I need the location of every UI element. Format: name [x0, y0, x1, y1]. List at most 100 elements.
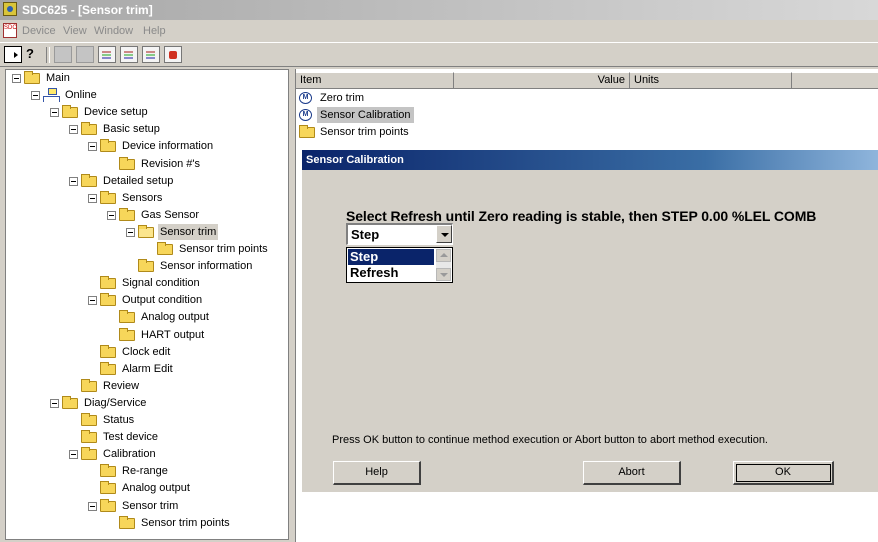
- network-icon: [43, 88, 60, 103]
- folder-icon: [81, 430, 97, 444]
- collapse-icon[interactable]: [88, 142, 97, 152]
- toolbar-separator: [46, 47, 50, 63]
- folder-icon: [100, 276, 116, 290]
- tree-node-label: Gas Sensor: [141, 208, 200, 221]
- tree-node-label: Sensors: [122, 191, 163, 204]
- collapse-icon[interactable]: [88, 501, 97, 511]
- collapse-icon[interactable]: [69, 450, 78, 460]
- tree-node-label: Diag/Service: [84, 396, 147, 409]
- device-tree[interactable]: Main Online Device setup Basic setup Device …: [5, 69, 289, 540]
- list-item-label: Zero trim: [320, 92, 364, 104]
- tree-node-label: Review: [103, 379, 140, 392]
- folder-icon: [100, 190, 116, 204]
- tree-node-label: Basic setup: [103, 123, 160, 136]
- menu-device[interactable]: Device: [22, 25, 56, 37]
- combo-value: Step: [351, 227, 380, 242]
- option-step[interactable]: Step: [348, 249, 434, 265]
- list-item-label: Sensor Calibration: [317, 107, 414, 123]
- tree-node-label: Status: [103, 414, 135, 426]
- folder-icon: [100, 361, 116, 375]
- ok-button[interactable]: OK: [733, 461, 834, 485]
- sensor-calibration-dialog: Sensor Calibration Select Refresh until …: [302, 150, 878, 492]
- scroll-down-icon[interactable]: [436, 268, 451, 281]
- tree-node-label: Calibration: [103, 448, 156, 461]
- window-title: SDC625 - [Sensor trim]: [22, 3, 153, 17]
- folder-icon: [119, 515, 135, 529]
- tree-node-label: Analog output: [141, 311, 209, 324]
- column-header-item[interactable]: Item: [296, 72, 454, 89]
- toolbar-icon-4[interactable]: [120, 46, 138, 63]
- folder-icon: [119, 310, 135, 324]
- tree-node-label: HART output: [141, 328, 205, 341]
- scroll-up-icon[interactable]: [436, 249, 451, 262]
- collapse-icon[interactable]: [88, 296, 97, 306]
- list-item-label: Sensor trim points: [320, 126, 409, 138]
- tree-node-label: Signal condition: [122, 277, 200, 290]
- tree-node-label: Device setup: [84, 106, 148, 119]
- folder-icon: [81, 447, 97, 461]
- help-button[interactable]: Help: [333, 461, 421, 485]
- menu-view[interactable]: View: [63, 25, 87, 37]
- tree-node-label: Re-range: [122, 465, 168, 478]
- option-refresh[interactable]: Refresh: [348, 265, 434, 281]
- document-icon[interactable]: SDC: [3, 23, 17, 38]
- collapse-icon[interactable]: [31, 91, 40, 101]
- tree-node-label: Revision #'s: [141, 157, 200, 170]
- tree-node-label: Test device: [103, 431, 159, 444]
- new-icon[interactable]: [4, 46, 22, 63]
- step-combo[interactable]: Step: [346, 223, 453, 245]
- folder-icon: [119, 327, 135, 341]
- collapse-icon[interactable]: [12, 74, 21, 83]
- tree-node-label: Device information: [122, 140, 214, 153]
- tree-node-label: Detailed setup: [103, 174, 174, 187]
- help-icon[interactable]: [22, 46, 40, 63]
- options-list[interactable]: Step Refresh: [346, 247, 453, 283]
- tree-node-label: Alarm Edit: [122, 362, 173, 375]
- folder-icon: [100, 481, 116, 495]
- dialog-title: Sensor Calibration: [302, 150, 878, 170]
- folder-icon: [81, 413, 97, 426]
- app-icon[interactable]: [3, 2, 17, 16]
- tree-node-label: Sensor trim: [122, 499, 179, 512]
- collapse-icon[interactable]: [50, 398, 59, 408]
- collapse-icon[interactable]: [69, 125, 78, 135]
- folder-icon: [81, 378, 97, 392]
- toolbar-icon-1[interactable]: [54, 46, 72, 63]
- method-icon: M: [299, 109, 312, 121]
- menu-help[interactable]: Help: [143, 25, 166, 37]
- toolbar-icon-5[interactable]: [142, 46, 160, 63]
- collapse-icon[interactable]: [69, 176, 78, 186]
- chevron-down-icon[interactable]: [436, 225, 452, 243]
- tree-node-label: Sensor trim: [158, 223, 219, 240]
- tree-node-label: Sensor trim points: [179, 243, 268, 255]
- folder-icon: [100, 344, 116, 358]
- tree-node-label: Sensor trim points: [141, 516, 230, 529]
- folder-icon: [100, 139, 116, 153]
- method-icon: M: [299, 92, 312, 104]
- toolbar-icon-3[interactable]: [98, 46, 116, 63]
- column-header-blank: [792, 72, 878, 89]
- tree-node-label: Analog output: [122, 482, 190, 495]
- collapse-icon[interactable]: [126, 227, 135, 237]
- collapse-icon[interactable]: [88, 193, 97, 203]
- title-bar: SDC625 - [Sensor trim]: [0, 0, 878, 20]
- toolbar-icon-6[interactable]: [164, 46, 182, 63]
- toolbar-icon-2[interactable]: [76, 46, 94, 63]
- folder-icon: [157, 242, 173, 255]
- tree-node-label: Output condition: [122, 294, 203, 307]
- folder-icon: [138, 259, 154, 273]
- folder-icon: [24, 71, 40, 84]
- tree-node-label: Clock edit: [122, 345, 171, 358]
- folder-icon: [299, 125, 315, 138]
- column-header-value[interactable]: Value: [454, 72, 630, 89]
- abort-button[interactable]: Abort: [583, 461, 681, 485]
- tree-node-label: Main: [46, 72, 70, 84]
- collapse-icon[interactable]: [50, 108, 59, 118]
- dialog-instructions: Press OK button to continue method execu…: [332, 434, 768, 446]
- folder-icon: [62, 395, 78, 409]
- list-scrollbar[interactable]: [436, 249, 451, 281]
- collapse-icon[interactable]: [107, 210, 116, 220]
- folder-icon: [119, 207, 135, 221]
- menu-window[interactable]: Window: [94, 25, 133, 37]
- column-header-units[interactable]: Units: [630, 72, 792, 89]
